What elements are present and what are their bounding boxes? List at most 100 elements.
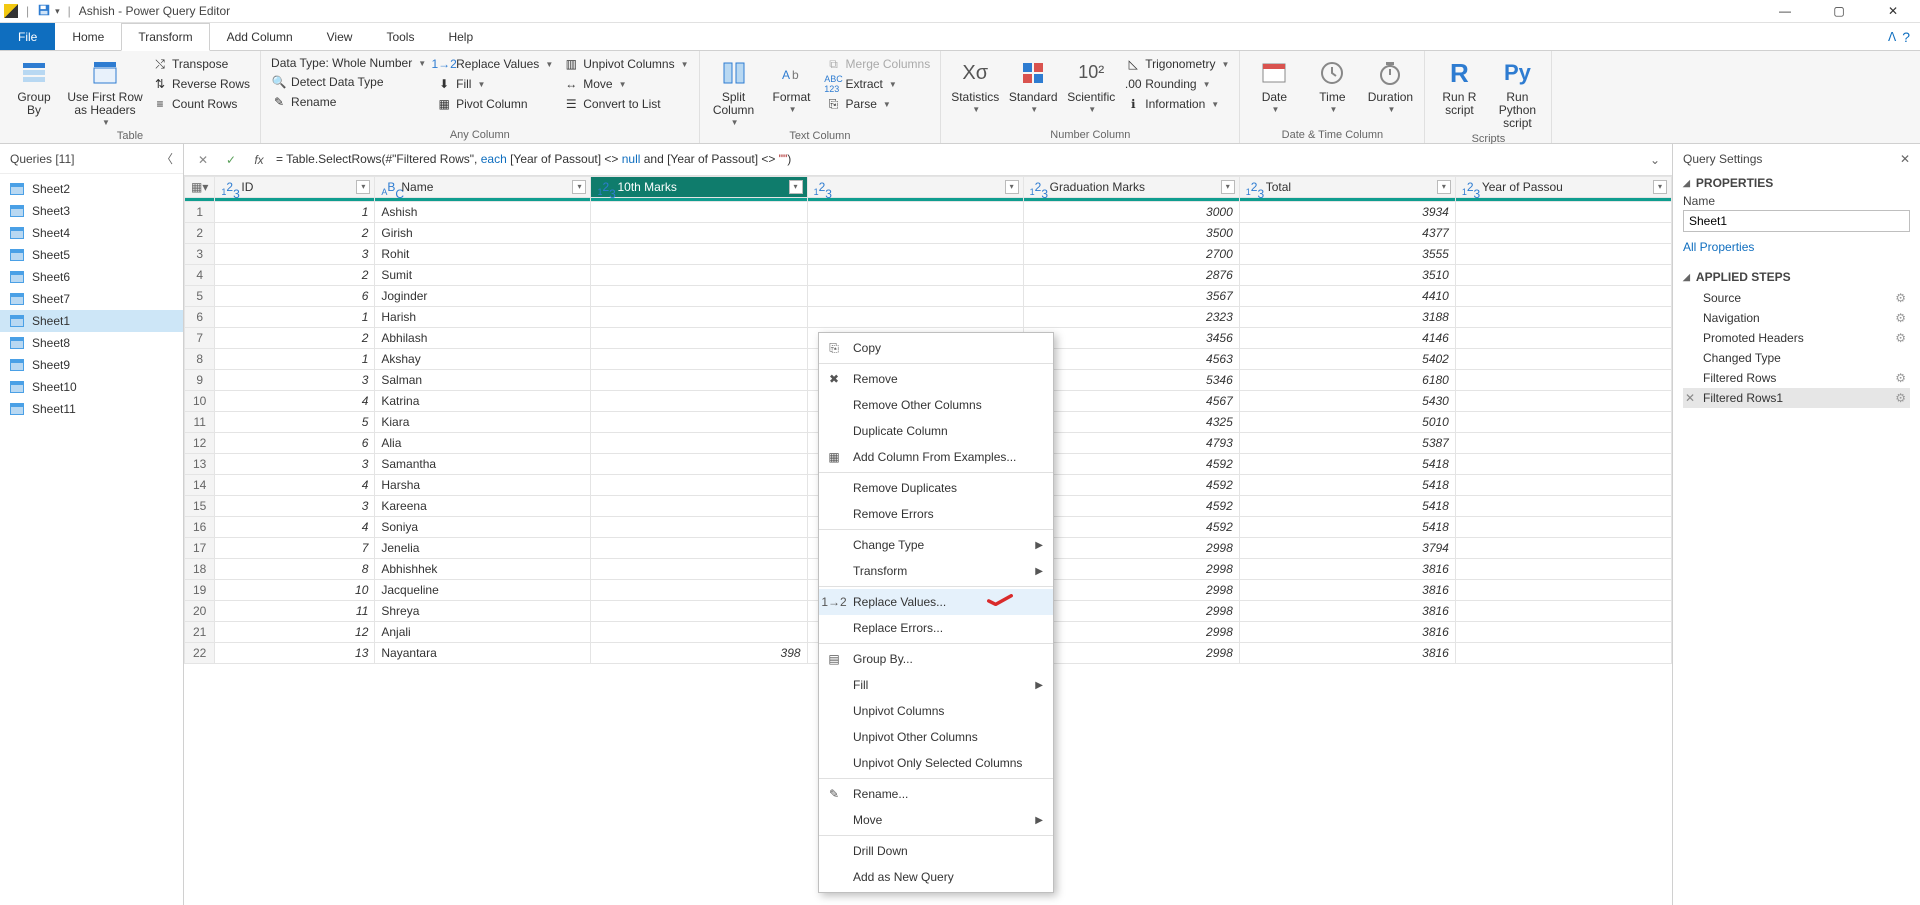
tab-home[interactable]: Home <box>55 23 121 50</box>
parse-button[interactable]: ⎘Parse▼ <box>824 95 933 113</box>
statistics-button[interactable]: XσStatistics▼ <box>949 55 1001 115</box>
applied-step[interactable]: ✕Filtered Rows1⚙ <box>1683 388 1910 408</box>
context-menu-item[interactable]: Drill Down <box>819 838 1053 864</box>
context-menu-item[interactable]: Duplicate Column <box>819 418 1053 444</box>
context-menu-item[interactable]: Remove Errors <box>819 501 1053 527</box>
format-button[interactable]: Ab Format▼ <box>766 55 818 115</box>
query-item[interactable]: Sheet9 <box>0 354 183 376</box>
duration-button[interactable]: Duration▼ <box>1364 55 1416 115</box>
tab-file[interactable]: File <box>0 23 55 50</box>
save-icon[interactable] <box>37 3 51 20</box>
rename-button[interactable]: ✎Rename <box>269 93 428 111</box>
gear-icon[interactable]: ⚙ <box>1895 291 1906 305</box>
query-item[interactable]: Sheet3 <box>0 200 183 222</box>
filter-icon[interactable]: ▾ <box>1005 180 1019 194</box>
table-icon[interactable]: ▦▾ <box>191 180 208 194</box>
context-menu-item[interactable]: Remove Duplicates <box>819 475 1053 501</box>
split-column-button[interactable]: Split Column▼ <box>708 55 760 128</box>
cancel-formula-icon[interactable]: ✕ <box>192 149 214 171</box>
column-header[interactable]: ABCName▾ <box>375 177 591 198</box>
context-menu-item[interactable]: Unpivot Columns <box>819 698 1053 724</box>
query-item[interactable]: Sheet7 <box>0 288 183 310</box>
filter-icon[interactable]: ▾ <box>356 180 370 194</box>
query-item[interactable]: Sheet8 <box>0 332 183 354</box>
scientific-button[interactable]: 10²Scientific▼ <box>1065 55 1117 115</box>
filter-icon[interactable]: ▾ <box>1221 180 1235 194</box>
context-menu-item[interactable]: 1→2Replace Values... <box>819 589 1053 615</box>
context-menu-item[interactable]: Unpivot Other Columns <box>819 724 1053 750</box>
column-header[interactable]: 123ID▾ <box>215 177 375 198</box>
query-item[interactable]: Sheet1 <box>0 310 183 332</box>
transpose-button[interactable]: ⤭Transpose <box>150 55 252 73</box>
table-row[interactable]: 56Joginder35674410 <box>185 286 1672 307</box>
column-header[interactable]: 123Year of Passou▾ <box>1455 177 1671 198</box>
tab-help[interactable]: Help <box>431 23 490 50</box>
query-item[interactable]: Sheet11 <box>0 398 183 420</box>
query-name-input[interactable] <box>1683 210 1910 232</box>
standard-button[interactable]: Standard▼ <box>1007 55 1059 115</box>
table-row[interactable]: 22Girish35004377 <box>185 223 1672 244</box>
context-menu-item[interactable]: Change Type▶ <box>819 532 1053 558</box>
context-menu-item[interactable]: Fill▶ <box>819 672 1053 698</box>
context-menu-item[interactable]: Transform▶ <box>819 558 1053 584</box>
formula-text[interactable]: = Table.SelectRows(#"Filtered Rows", eac… <box>276 152 1640 167</box>
delete-step-icon[interactable]: ✕ <box>1685 391 1695 405</box>
replace-values-button[interactable]: 1→2Replace Values▼ <box>434 55 555 73</box>
run-r-script-button[interactable]: RRun R script <box>1433 55 1485 117</box>
data-type-button[interactable]: Data Type: Whole Number▼ <box>269 55 428 71</box>
context-menu-item[interactable]: ✎Rename... <box>819 781 1053 807</box>
tab-transform[interactable]: Transform <box>121 23 209 51</box>
ribbon-collapse-icon[interactable]: ᐱ ? <box>1878 23 1920 50</box>
query-item[interactable]: Sheet2 <box>0 178 183 200</box>
unpivot-columns-button[interactable]: ▥Unpivot Columns▼ <box>561 55 690 73</box>
query-item[interactable]: Sheet5 <box>0 244 183 266</box>
filter-icon[interactable]: ▾ <box>1653 180 1667 194</box>
maximize-button[interactable]: ▢ <box>1824 4 1854 18</box>
context-menu-item[interactable]: ⎘Copy <box>819 335 1053 361</box>
convert-to-list-button[interactable]: ☰Convert to List <box>561 95 690 113</box>
tab-tools[interactable]: Tools <box>369 23 431 50</box>
pivot-column-button[interactable]: ▦Pivot Column <box>434 95 555 113</box>
context-menu-item[interactable]: Replace Errors... <box>819 615 1053 641</box>
fx-icon[interactable]: fx <box>248 149 270 171</box>
context-menu-item[interactable]: ▦Add Column From Examples... <box>819 444 1053 470</box>
query-item[interactable]: Sheet10 <box>0 376 183 398</box>
table-row[interactable]: 11Ashish30003934 <box>185 202 1672 223</box>
close-settings-icon[interactable]: ✕ <box>1900 152 1910 166</box>
context-menu-item[interactable]: Unpivot Only Selected Columns <box>819 750 1053 776</box>
date-button[interactable]: Date▼ <box>1248 55 1300 115</box>
filter-icon[interactable]: ▾ <box>572 180 586 194</box>
table-row[interactable]: 61Harish23233188 <box>185 307 1672 328</box>
column-header[interactable]: 123Total▾ <box>1239 177 1455 198</box>
gear-icon[interactable]: ⚙ <box>1895 331 1906 345</box>
applied-step[interactable]: Changed Type <box>1683 348 1910 368</box>
group-by-button[interactable]: Group By <box>8 55 60 117</box>
applied-step[interactable]: Promoted Headers⚙ <box>1683 328 1910 348</box>
use-first-row-headers-button[interactable]: Use First Row as Headers▼ <box>66 55 144 128</box>
table-row[interactable]: 33Rohit27003555 <box>185 244 1672 265</box>
collapse-queries-icon[interactable]: 〈 <box>161 150 173 167</box>
applied-step[interactable]: Filtered Rows⚙ <box>1683 368 1910 388</box>
column-header[interactable]: 123▾ <box>807 177 1023 198</box>
context-menu-item[interactable]: Add as New Query <box>819 864 1053 890</box>
table-row[interactable]: 42Sumit28763510 <box>185 265 1672 286</box>
accept-formula-icon[interactable]: ✓ <box>220 149 242 171</box>
detect-data-type-button[interactable]: 🔍Detect Data Type <box>269 73 428 91</box>
column-header[interactable]: 123Graduation Marks▾ <box>1023 177 1239 198</box>
filter-icon[interactable]: ▾ <box>789 180 803 194</box>
applied-step[interactable]: Source⚙ <box>1683 288 1910 308</box>
qat-dropdown-icon[interactable]: ▾ <box>55 6 60 17</box>
context-menu-item[interactable]: Move▶ <box>819 807 1053 833</box>
extract-button[interactable]: ABC123Extract▼ <box>824 75 933 93</box>
count-rows-button[interactable]: ≡Count Rows <box>150 95 252 113</box>
context-menu-item[interactable]: ▤Group By... <box>819 646 1053 672</box>
expand-formula-icon[interactable]: ⌄ <box>1646 153 1664 167</box>
context-menu-item[interactable]: Remove Other Columns <box>819 392 1053 418</box>
query-item[interactable]: Sheet4 <box>0 222 183 244</box>
query-item[interactable]: Sheet6 <box>0 266 183 288</box>
minimize-button[interactable]: ― <box>1770 4 1800 18</box>
rounding-button[interactable]: .00Rounding▼ <box>1123 75 1231 93</box>
tab-view[interactable]: View <box>310 23 370 50</box>
run-python-script-button[interactable]: PyRun Python script <box>1491 55 1543 131</box>
all-properties-link[interactable]: All Properties <box>1683 240 1754 254</box>
